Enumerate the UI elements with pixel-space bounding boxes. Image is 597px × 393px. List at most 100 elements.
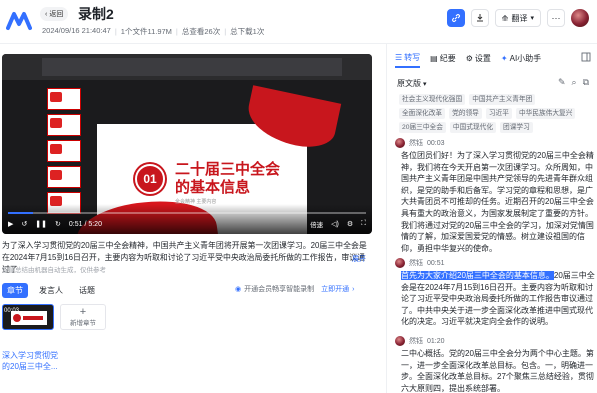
meta-date: 2024/09/16 21:40:47 (42, 26, 111, 35)
video-player[interactable]: 01 二十届三中全会的基本信息 全会精神 主要内容 ▶ ↺ ❚❚ ↻ 0:51 … (2, 54, 372, 234)
keyword-tags: 社会主义现代化强国 中国共产主义青年团 全面深化改革 党的领导 习近平 中华民族… (399, 94, 585, 133)
tab-transcript[interactable]: ☰ 转写 (395, 52, 421, 68)
keyword-tag[interactable]: 中国共产主义青年团 (469, 94, 536, 105)
copy-icon[interactable]: ⧉ (583, 77, 589, 88)
slide-thumbnail (47, 140, 81, 162)
pause-icon[interactable]: ❚❚ (35, 220, 47, 228)
tab-minutes[interactable]: ▤ 纪要 (430, 52, 456, 68)
tab-settings-label: 设置 (474, 54, 491, 63)
collapse-panel-icon[interactable] (581, 52, 591, 64)
search-icon[interactable]: ⌕ (572, 77, 577, 88)
slide-thumbnail (47, 88, 81, 110)
meta-views: 总查看26次 (172, 26, 220, 37)
meta-downloads: 总下载1次 (220, 26, 264, 37)
share-link-button[interactable] (446, 9, 465, 27)
vip-icon: ◉ (235, 286, 242, 293)
app-logo-icon (6, 12, 32, 30)
translate-button[interactable]: ⟰ 翻译 ▾ (494, 9, 541, 27)
expand-link[interactable]: 展开 (352, 254, 366, 264)
tab-ai-label: AI小助手 (509, 54, 542, 63)
progress-bar[interactable] (8, 212, 366, 214)
more-icon: ··· (551, 12, 561, 23)
segment-text: 各位团员们好！为了深入学习贯彻党的20届三中全会精神，我们将在今天开启第一次团课… (401, 151, 594, 253)
plus-icon: + (79, 306, 87, 318)
tab-minutes-label: 纪要 (439, 54, 456, 63)
speaker-avatar (395, 336, 405, 346)
keyword-tag[interactable]: 习近平 (485, 108, 512, 119)
keyword-tag[interactable]: 社会主义现代化强国 (399, 94, 466, 105)
version-select[interactable]: 原文版 ▾ (397, 78, 427, 89)
transcript-panel: ☰ 转写 ▤ 纪要 ⚙ 设置 ✦ AI小助手 原文版 ▾ ✎ ⌕ ⧉ 社会主义现… (386, 44, 597, 393)
controls-row: ▶ ↺ ❚❚ ↻ 0:51 / 5:20 倍速 ◁) ⚙ ⛶ (8, 219, 366, 229)
page-title: 录制2 (78, 6, 114, 22)
chevron-left-icon: ‹ (45, 10, 48, 18)
ppt-toolbar (2, 54, 372, 80)
header-actions: ⟰ 翻译 ▾ ··· (446, 9, 589, 27)
transcript-segment[interactable]: 然钰 00:03 各位团员们好！为了深入学习贯彻党的20届三中全会精神，我们将在… (395, 138, 595, 254)
speaker-name: 然钰 (409, 140, 423, 147)
segment-text: 首先为大家介绍20届三中全会的基本信息。20届三中全会是在2024年7月15到1… (401, 270, 595, 328)
add-chapter-label: 新增章节 (70, 320, 96, 327)
panel-tools: ✎ ⌕ ⧉ (558, 77, 589, 88)
more-button[interactable]: ··· (547, 9, 565, 27)
translate-icon: ⟰ (501, 13, 509, 23)
keyword-tag[interactable]: 中国式现代化 (449, 122, 497, 133)
rewind-icon[interactable]: ↺ (21, 220, 27, 228)
keyword-tag[interactable]: 20届三中全会 (399, 122, 446, 133)
segment-header: 然钰 01:20 (395, 336, 595, 346)
tab-speakers[interactable]: 发言人 (34, 283, 68, 298)
keyword-tag[interactable]: 团课学习 (500, 122, 533, 133)
chapter-title[interactable]: 深入学习贯彻党的20届三中全... (2, 350, 62, 372)
chevron-down-icon: ▾ (530, 15, 534, 22)
add-chapter-button[interactable]: + 新增章节 (60, 304, 106, 330)
tab-settings[interactable]: ⚙ 设置 (466, 52, 491, 68)
forward-icon[interactable]: ↻ (55, 220, 61, 228)
segment-time[interactable]: 00:51 (427, 260, 445, 267)
meta-size: 1个文件11.97M (111, 26, 172, 37)
slide-decoration (242, 85, 342, 153)
download-button[interactable] (470, 9, 489, 27)
segment-time[interactable]: 00:03 (427, 140, 445, 147)
keyword-tag[interactable]: 中华民族伟大复兴 (515, 108, 576, 119)
progress-fill (8, 212, 34, 214)
chevron-right-icon: › (352, 285, 355, 293)
transcript-segment[interactable]: 然钰 00:51 首先为大家介绍20届三中全会的基本信息。20届三中全会是在20… (395, 258, 595, 328)
segment-time[interactable]: 01:20 (427, 338, 445, 345)
slide-thumbnail (47, 114, 81, 136)
tab-chapters[interactable]: 章节 (2, 282, 28, 298)
transcript-icon: ☰ (395, 53, 403, 62)
speaker-name: 然钰 (409, 260, 423, 267)
back-button[interactable]: ‹ 返回 (40, 7, 69, 21)
chevron-down-icon: ▾ (423, 80, 427, 88)
time-display: 0:51 / 5:20 (68, 220, 102, 228)
ai-icon: ✦ (500, 54, 508, 63)
fullscreen-icon[interactable]: ⛶ (361, 220, 366, 228)
tab-topics[interactable]: 话题 (74, 283, 100, 298)
translate-label: 翻译 (511, 13, 528, 23)
ai-disclaimer: 智能总结由机器自动生成，仅供参考 (2, 267, 106, 274)
segment-highlight: 首先为大家介绍20届三中全会的基本信息。 (401, 271, 554, 280)
user-avatar[interactable] (571, 9, 589, 27)
volume-icon[interactable]: ◁) (331, 220, 339, 228)
settings-icon[interactable]: ⚙ (347, 220, 353, 228)
keyword-tag[interactable]: 党的领导 (449, 108, 482, 119)
minutes-icon: ▤ (430, 54, 438, 63)
gear-icon: ⚙ (465, 54, 473, 63)
play-icon[interactable]: ▶ (8, 220, 13, 228)
player-controls: ▶ ↺ ❚❚ ↻ 0:51 / 5:20 倍速 ◁) ⚙ ⛶ (2, 204, 372, 234)
tab-ai-assistant[interactable]: ✦ AI小助手 (501, 52, 541, 68)
transcript-segment[interactable]: 然钰 01:20 二中心概括。党的20届三中全会分为两个中心主题。第一，进一步全… (395, 336, 595, 393)
link-icon (451, 14, 460, 22)
speaker-avatar (395, 138, 405, 148)
slide-thumbnail (47, 166, 81, 188)
speed-button[interactable]: 倍速 (310, 219, 323, 229)
back-label: 返回 (49, 11, 64, 18)
segment-header: 然钰 00:51 (395, 258, 595, 268)
keyword-tag[interactable]: 全面深化改革 (399, 108, 446, 119)
speaker-avatar (395, 258, 405, 268)
member-tip: ◉ 开通会员畅享智能录制 立即开通 › (235, 284, 354, 294)
activate-member-link[interactable]: 立即开通 (321, 284, 349, 294)
edit-icon[interactable]: ✎ (558, 77, 566, 88)
download-icon (476, 14, 483, 22)
tab-transcript-label: 转写 (404, 53, 421, 62)
